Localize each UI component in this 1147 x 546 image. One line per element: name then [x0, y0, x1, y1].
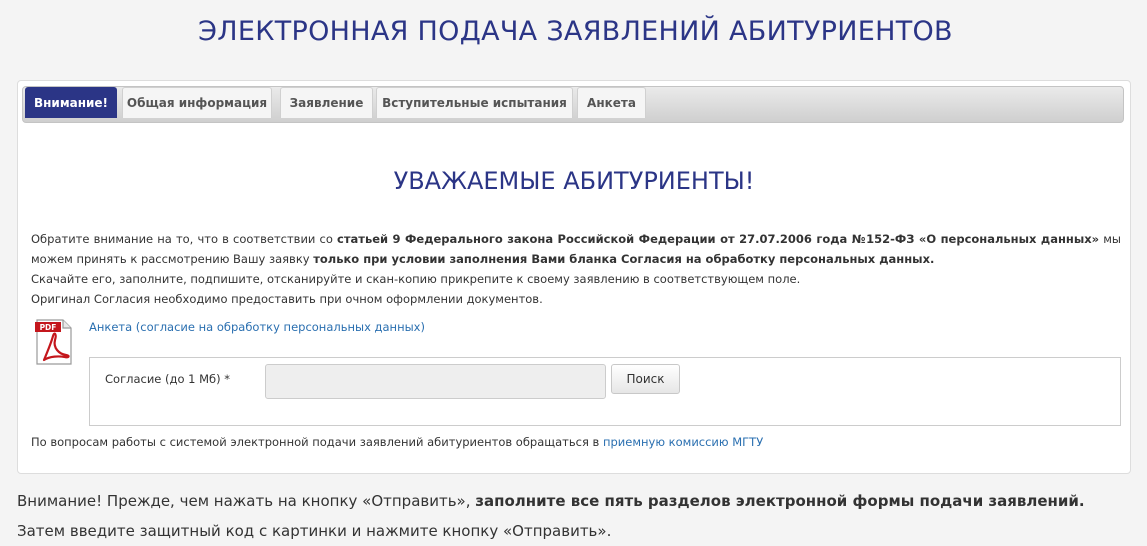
instruction-emphasis: заполните все пять разделов электронной …	[475, 492, 1085, 510]
admission-office-link[interactable]: приемную комиссию МГТУ	[603, 435, 763, 449]
notice-paragraph-1: Обратите внимание на то, что в соответст…	[31, 229, 1121, 269]
notice-paragraph-2: Скачайте его, заполните, подпишите, отск…	[31, 272, 801, 286]
contact-info: По вопросам работы с системой электронно…	[31, 435, 763, 449]
instruction-line-1: Внимание! Прежде, чем нажать на кнопку «…	[17, 486, 1137, 516]
page-title: ЭЛЕКТРОННАЯ ПОДАЧА ЗАЯВЛЕНИЙ АБИТУРИЕНТО…	[198, 16, 953, 47]
tab-questionnaire[interactable]: Анкета	[577, 87, 646, 118]
tab-general-info[interactable]: Общая информация	[122, 87, 272, 118]
section-heading: УВАЖАЕМЫЕ АБИТУРИЕНТЫ!	[393, 167, 755, 195]
tab-application[interactable]: Заявление	[280, 87, 373, 118]
consent-file-field[interactable]	[265, 364, 606, 399]
contact-text: По вопросам работы с системой электронно…	[31, 435, 603, 449]
instruction-line-2: Затем введите защитный код с картинки и …	[17, 522, 612, 540]
pdf-file-icon[interactable]: PDF	[35, 318, 73, 366]
consent-condition: только при условии заполнения Вами бланк…	[313, 252, 935, 266]
pdf-icon-label: PDF	[40, 323, 57, 332]
submit-instructions: Внимание! Прежде, чем нажать на кнопку «…	[17, 486, 1137, 546]
consent-form-link[interactable]: Анкета (согласие на обработку персональн…	[89, 320, 425, 334]
notice-text: Обратите внимание на то, что в соответст…	[31, 229, 1121, 309]
consent-upload-group: Согласие (до 1 Мб) * Поиск	[89, 357, 1121, 426]
consent-upload-label: Согласие (до 1 Мб) *	[105, 372, 231, 386]
browse-button[interactable]: Поиск	[611, 364, 680, 394]
notice-paragraph-3: Оригинал Согласия необходимо предоставит…	[31, 292, 543, 306]
tab-attention[interactable]: Внимание!	[25, 87, 117, 118]
law-reference: статьей 9 Федерального закона Российской…	[337, 232, 1100, 246]
instruction-text-1: Внимание! Прежде, чем нажать на кнопку «…	[17, 492, 476, 510]
tab-entrance-exams[interactable]: Вступительные испытания	[376, 87, 573, 118]
notice-text-1: Обратите внимание на то, что в соответст…	[31, 232, 338, 246]
main-panel: Внимание! Общая информация Заявление Вст…	[17, 80, 1131, 474]
